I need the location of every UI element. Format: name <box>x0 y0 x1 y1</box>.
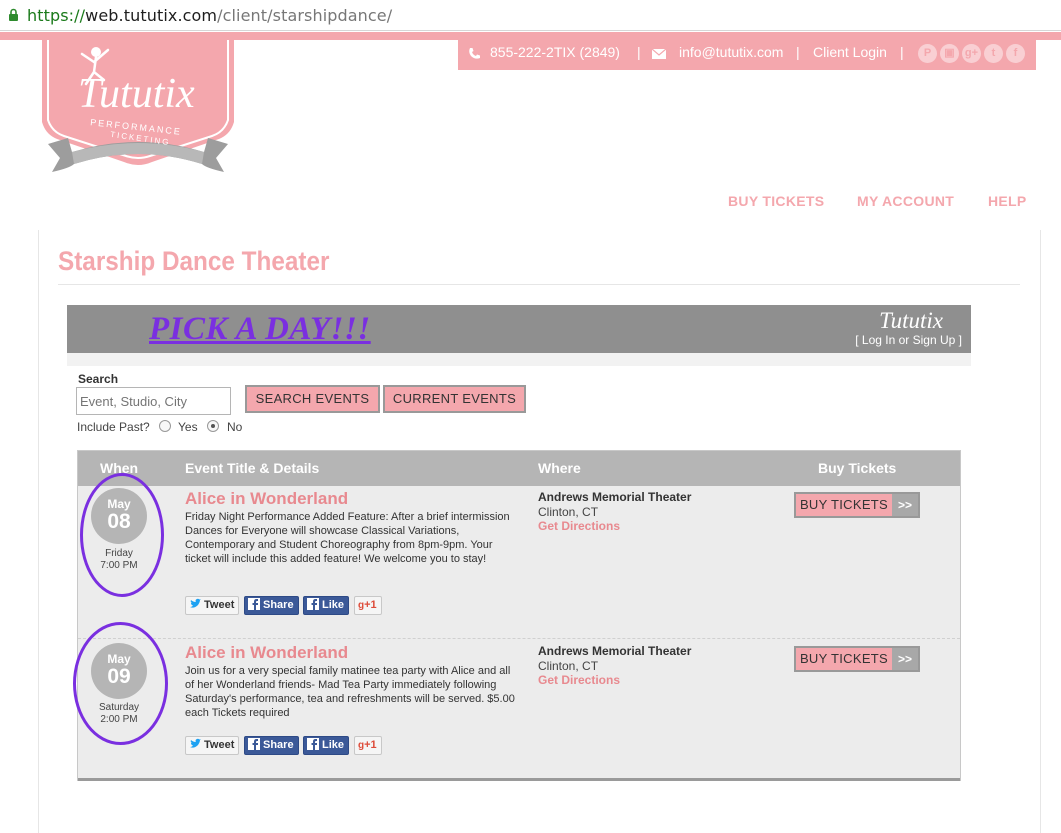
facebook-icon <box>248 598 260 610</box>
search-label: Search <box>78 372 119 386</box>
banner-logo: Tututix <box>879 308 943 333</box>
google-plus-icon[interactable]: g+ <box>962 44 981 63</box>
banner-shadow <box>67 353 971 366</box>
annotation-circle <box>73 622 168 745</box>
include-past-yes-radio[interactable] <box>159 420 171 432</box>
include-past-no-radio[interactable] <box>207 420 219 432</box>
tweet-button[interactable]: Tweet <box>185 736 240 755</box>
phone-icon <box>469 48 480 59</box>
facebook-icon <box>307 598 319 610</box>
include-past-yes-label: Yes <box>178 420 198 434</box>
header-where: Where <box>538 460 581 476</box>
include-past-label: Include Past? <box>77 420 150 434</box>
get-directions-link[interactable]: Get Directions <box>538 673 620 687</box>
logo-wordmark: Tututix <box>78 71 195 117</box>
url-text[interactable]: https://web.tututix.com/client/starshipd… <box>27 6 392 25</box>
separator: | <box>637 44 641 60</box>
arrow-right-icon: >> <box>892 648 918 670</box>
google-plus-button[interactable]: g+1 <box>354 596 382 615</box>
like-label: Like <box>322 739 345 751</box>
row-divider <box>78 638 960 639</box>
event-venue: Andrews Memorial Theater <box>538 644 692 658</box>
login-signup-link[interactable]: [ Log In or Sign Up ] <box>855 333 962 347</box>
facebook-share-button[interactable]: Share <box>244 596 299 615</box>
email-link[interactable]: info@tututix.com <box>679 44 783 60</box>
facebook-like-button[interactable]: Like <box>303 596 350 615</box>
nav-my-account[interactable]: MY ACCOUNT <box>857 193 954 209</box>
nav-buy-tickets[interactable]: BUY TICKETS <box>728 193 824 209</box>
tweet-label: Tweet <box>204 739 235 751</box>
event-description: Friday Night Performance Added Feature: … <box>185 511 510 565</box>
browser-address-bar[interactable]: https://web.tututix.com/client/starshipd… <box>0 0 1061 31</box>
like-label: Like <box>322 599 345 611</box>
instagram-icon[interactable]: ▣ <box>940 44 959 63</box>
nav-help[interactable]: HELP <box>988 193 1027 209</box>
phone-number[interactable]: 855-222-2TIX (2849) <box>490 44 620 60</box>
include-past-no-label: No <box>227 420 243 434</box>
lock-icon <box>9 8 18 21</box>
gplus-label: +1 <box>364 739 377 751</box>
buy-tickets-label: BUY TICKETS <box>799 651 889 666</box>
table-bottom-border <box>78 778 960 781</box>
client-login-link[interactable]: Client Login <box>813 44 887 60</box>
contact-bar: 855-222-2TIX (2849) | info@tututix.com |… <box>458 40 1036 70</box>
facebook-share-button[interactable]: Share <box>244 736 299 755</box>
event-description: Join us for a very special family matine… <box>185 665 515 719</box>
twitter-icon[interactable]: t <box>984 44 1003 63</box>
share-label: Share <box>263 739 294 751</box>
search-input[interactable] <box>76 387 231 415</box>
header-event: Event Title & Details <box>185 460 320 476</box>
event-venue: Andrews Memorial Theater <box>538 490 692 504</box>
gplus-label: +1 <box>364 599 377 611</box>
event-title-link[interactable]: Alice in Wonderland <box>185 489 348 509</box>
twitter-bird-icon <box>190 598 201 608</box>
google-plus-button[interactable]: g+1 <box>354 736 382 755</box>
pick-a-day-headline: PICK A DAY!!! <box>149 311 371 347</box>
pinterest-icon[interactable]: P <box>918 44 937 63</box>
facebook-icon <box>248 738 260 750</box>
facebook-like-button[interactable]: Like <box>303 736 350 755</box>
current-events-button[interactable]: CURRENT EVENTS <box>383 385 526 413</box>
share-label: Share <box>263 599 294 611</box>
search-events-button[interactable]: SEARCH EVENTS <box>245 385 380 413</box>
title-divider <box>58 284 1020 285</box>
event-title-link[interactable]: Alice in Wonderland <box>185 643 348 663</box>
page-title: Starship Dance Theater <box>58 246 330 276</box>
event-city: Clinton, CT <box>538 505 599 519</box>
event-city: Clinton, CT <box>538 659 599 673</box>
get-directions-link[interactable]: Get Directions <box>538 519 620 533</box>
facebook-icon <box>307 738 319 750</box>
buy-tickets-label: BUY TICKETS <box>799 497 889 512</box>
arrow-right-icon: >> <box>892 494 918 516</box>
header-buy: Buy Tickets <box>818 460 897 476</box>
facebook-icon[interactable]: f <box>1006 44 1025 63</box>
envelope-icon <box>652 49 666 59</box>
twitter-bird-icon <box>190 738 201 748</box>
events-banner: PICK A DAY!!! Tututix [ Log In or Sign U… <box>67 305 971 353</box>
separator: | <box>900 44 904 60</box>
separator: | <box>796 44 800 60</box>
header-accent-bar <box>0 32 1061 40</box>
annotation-circle <box>80 473 164 597</box>
tututix-logo[interactable]: Tututix PERFORMANCE TICKETING <box>38 40 238 180</box>
buy-tickets-button[interactable]: BUY TICKETS >> <box>794 646 920 672</box>
buy-tickets-button[interactable]: BUY TICKETS >> <box>794 492 920 518</box>
tweet-label: Tweet <box>204 599 235 611</box>
tweet-button[interactable]: Tweet <box>185 596 240 615</box>
